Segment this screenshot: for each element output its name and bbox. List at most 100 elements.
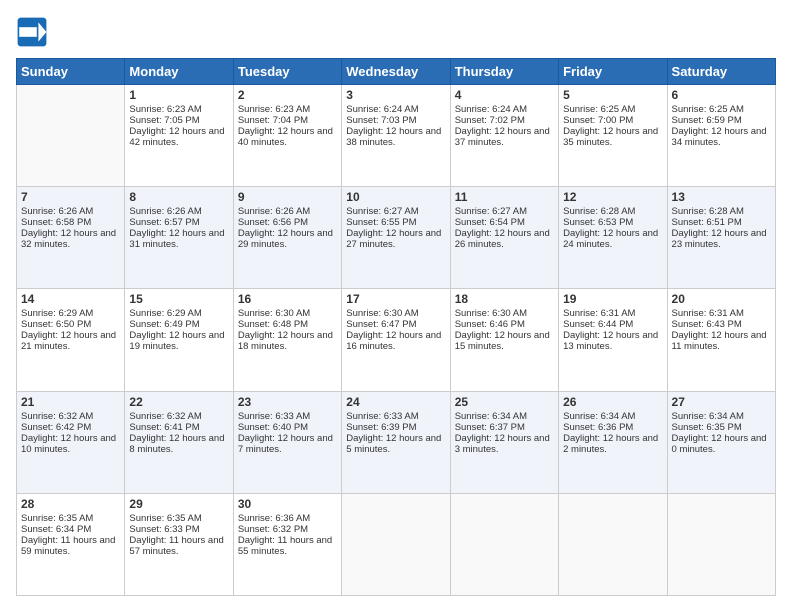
calendar-day-cell: 20Sunrise: 6:31 AMSunset: 6:43 PMDayligh… bbox=[667, 289, 775, 391]
calendar-weekday: Monday bbox=[125, 59, 233, 85]
day-info: Sunrise: 6:26 AM bbox=[238, 206, 337, 217]
day-number: 17 bbox=[346, 292, 445, 306]
day-info: Daylight: 12 hours and 0 minutes. bbox=[672, 433, 771, 455]
day-info: Sunrise: 6:35 AM bbox=[21, 513, 120, 524]
day-info: Sunset: 6:53 PM bbox=[563, 217, 662, 228]
day-info: Sunset: 6:43 PM bbox=[672, 319, 771, 330]
calendar-day-cell: 2Sunrise: 6:23 AMSunset: 7:04 PMDaylight… bbox=[233, 85, 341, 187]
day-number: 6 bbox=[672, 88, 771, 102]
calendar-day-cell: 6Sunrise: 6:25 AMSunset: 6:59 PMDaylight… bbox=[667, 85, 775, 187]
day-info: Daylight: 12 hours and 35 minutes. bbox=[563, 126, 662, 148]
day-number: 16 bbox=[238, 292, 337, 306]
day-info: Sunset: 6:47 PM bbox=[346, 319, 445, 330]
day-info: Sunset: 6:58 PM bbox=[21, 217, 120, 228]
calendar-day-cell: 21Sunrise: 6:32 AMSunset: 6:42 PMDayligh… bbox=[17, 391, 125, 493]
day-info: Sunrise: 6:25 AM bbox=[563, 104, 662, 115]
calendar-weekday: Thursday bbox=[450, 59, 558, 85]
day-info: Sunset: 6:50 PM bbox=[21, 319, 120, 330]
calendar-day-cell bbox=[342, 493, 450, 595]
day-info: Sunset: 6:56 PM bbox=[238, 217, 337, 228]
day-info: Sunrise: 6:26 AM bbox=[129, 206, 228, 217]
day-info: Sunset: 7:05 PM bbox=[129, 115, 228, 126]
calendar-day-cell: 13Sunrise: 6:28 AMSunset: 6:51 PMDayligh… bbox=[667, 187, 775, 289]
day-info: Daylight: 12 hours and 5 minutes. bbox=[346, 433, 445, 455]
day-number: 20 bbox=[672, 292, 771, 306]
day-number: 4 bbox=[455, 88, 554, 102]
day-number: 27 bbox=[672, 395, 771, 409]
calendar-day-cell: 26Sunrise: 6:34 AMSunset: 6:36 PMDayligh… bbox=[559, 391, 667, 493]
day-number: 14 bbox=[21, 292, 120, 306]
day-info: Sunrise: 6:27 AM bbox=[346, 206, 445, 217]
day-number: 23 bbox=[238, 395, 337, 409]
day-number: 12 bbox=[563, 190, 662, 204]
day-info: Sunset: 7:00 PM bbox=[563, 115, 662, 126]
calendar-day-cell: 12Sunrise: 6:28 AMSunset: 6:53 PMDayligh… bbox=[559, 187, 667, 289]
day-info: Sunrise: 6:23 AM bbox=[238, 104, 337, 115]
calendar-day-cell bbox=[667, 493, 775, 595]
day-number: 5 bbox=[563, 88, 662, 102]
day-info: Sunrise: 6:33 AM bbox=[238, 411, 337, 422]
day-info: Sunset: 7:03 PM bbox=[346, 115, 445, 126]
day-info: Daylight: 12 hours and 26 minutes. bbox=[455, 228, 554, 250]
day-number: 7 bbox=[21, 190, 120, 204]
calendar-header-row: SundayMondayTuesdayWednesdayThursdayFrid… bbox=[17, 59, 776, 85]
day-info: Sunset: 6:34 PM bbox=[21, 524, 120, 535]
logo bbox=[16, 16, 52, 48]
day-info: Sunset: 6:46 PM bbox=[455, 319, 554, 330]
day-number: 29 bbox=[129, 497, 228, 511]
day-info: Sunset: 6:55 PM bbox=[346, 217, 445, 228]
day-info: Sunset: 6:40 PM bbox=[238, 422, 337, 433]
calendar-day-cell: 16Sunrise: 6:30 AMSunset: 6:48 PMDayligh… bbox=[233, 289, 341, 391]
day-info: Sunset: 6:33 PM bbox=[129, 524, 228, 535]
day-info: Sunrise: 6:31 AM bbox=[563, 308, 662, 319]
day-info: Sunset: 6:35 PM bbox=[672, 422, 771, 433]
calendar-day-cell: 10Sunrise: 6:27 AMSunset: 6:55 PMDayligh… bbox=[342, 187, 450, 289]
day-info: Daylight: 12 hours and 32 minutes. bbox=[21, 228, 120, 250]
day-info: Sunrise: 6:30 AM bbox=[346, 308, 445, 319]
page: SundayMondayTuesdayWednesdayThursdayFrid… bbox=[0, 0, 792, 612]
day-info: Sunrise: 6:25 AM bbox=[672, 104, 771, 115]
calendar-day-cell: 9Sunrise: 6:26 AMSunset: 6:56 PMDaylight… bbox=[233, 187, 341, 289]
calendar-day-cell: 24Sunrise: 6:33 AMSunset: 6:39 PMDayligh… bbox=[342, 391, 450, 493]
calendar-week-row: 1Sunrise: 6:23 AMSunset: 7:05 PMDaylight… bbox=[17, 85, 776, 187]
day-info: Sunset: 7:04 PM bbox=[238, 115, 337, 126]
calendar-day-cell: 28Sunrise: 6:35 AMSunset: 6:34 PMDayligh… bbox=[17, 493, 125, 595]
day-info: Sunset: 6:49 PM bbox=[129, 319, 228, 330]
day-number: 11 bbox=[455, 190, 554, 204]
day-info: Sunrise: 6:27 AM bbox=[455, 206, 554, 217]
calendar-day-cell: 17Sunrise: 6:30 AMSunset: 6:47 PMDayligh… bbox=[342, 289, 450, 391]
day-info: Daylight: 12 hours and 29 minutes. bbox=[238, 228, 337, 250]
calendar-weekday: Tuesday bbox=[233, 59, 341, 85]
day-info: Daylight: 12 hours and 38 minutes. bbox=[346, 126, 445, 148]
day-info: Sunrise: 6:29 AM bbox=[21, 308, 120, 319]
day-info: Sunset: 6:48 PM bbox=[238, 319, 337, 330]
day-number: 13 bbox=[672, 190, 771, 204]
day-info: Sunrise: 6:32 AM bbox=[21, 411, 120, 422]
day-info: Sunrise: 6:29 AM bbox=[129, 308, 228, 319]
day-info: Sunrise: 6:30 AM bbox=[455, 308, 554, 319]
day-number: 18 bbox=[455, 292, 554, 306]
day-number: 25 bbox=[455, 395, 554, 409]
calendar-week-row: 28Sunrise: 6:35 AMSunset: 6:34 PMDayligh… bbox=[17, 493, 776, 595]
calendar-day-cell: 5 Sunrise: 6:25 AMSunset: 7:00 PMDaylight… bbox=[559, 85, 667, 187]
day-number: 21 bbox=[21, 395, 120, 409]
calendar-week-row: 14Sunrise: 6:29 AMSunset: 6:50 PMDayligh… bbox=[17, 289, 776, 391]
day-info: Sunrise: 6:34 AM bbox=[672, 411, 771, 422]
calendar-week-row: 7Sunrise: 6:26 AMSunset: 6:58 PMDaylight… bbox=[17, 187, 776, 289]
day-info: Daylight: 12 hours and 13 minutes. bbox=[563, 330, 662, 352]
day-number: 10 bbox=[346, 190, 445, 204]
calendar-weekday: Wednesday bbox=[342, 59, 450, 85]
day-info: Sunrise: 6:24 AM bbox=[455, 104, 554, 115]
calendar-day-cell: 18Sunrise: 6:30 AMSunset: 6:46 PMDayligh… bbox=[450, 289, 558, 391]
calendar-week-row: 21Sunrise: 6:32 AMSunset: 6:42 PMDayligh… bbox=[17, 391, 776, 493]
calendar-day-cell: 4Sunrise: 6:24 AMSunset: 7:02 PMDaylight… bbox=[450, 85, 558, 187]
day-info: Sunrise: 6:26 AM bbox=[21, 206, 120, 217]
day-info: Sunset: 6:59 PM bbox=[672, 115, 771, 126]
day-number: 22 bbox=[129, 395, 228, 409]
day-info: Sunset: 6:54 PM bbox=[455, 217, 554, 228]
calendar-day-cell bbox=[17, 85, 125, 187]
day-info: Sunrise: 6:35 AM bbox=[129, 513, 228, 524]
calendar-day-cell: 23Sunrise: 6:33 AMSunset: 6:40 PMDayligh… bbox=[233, 391, 341, 493]
day-number: 8 bbox=[129, 190, 228, 204]
day-info: Sunrise: 6:33 AM bbox=[346, 411, 445, 422]
